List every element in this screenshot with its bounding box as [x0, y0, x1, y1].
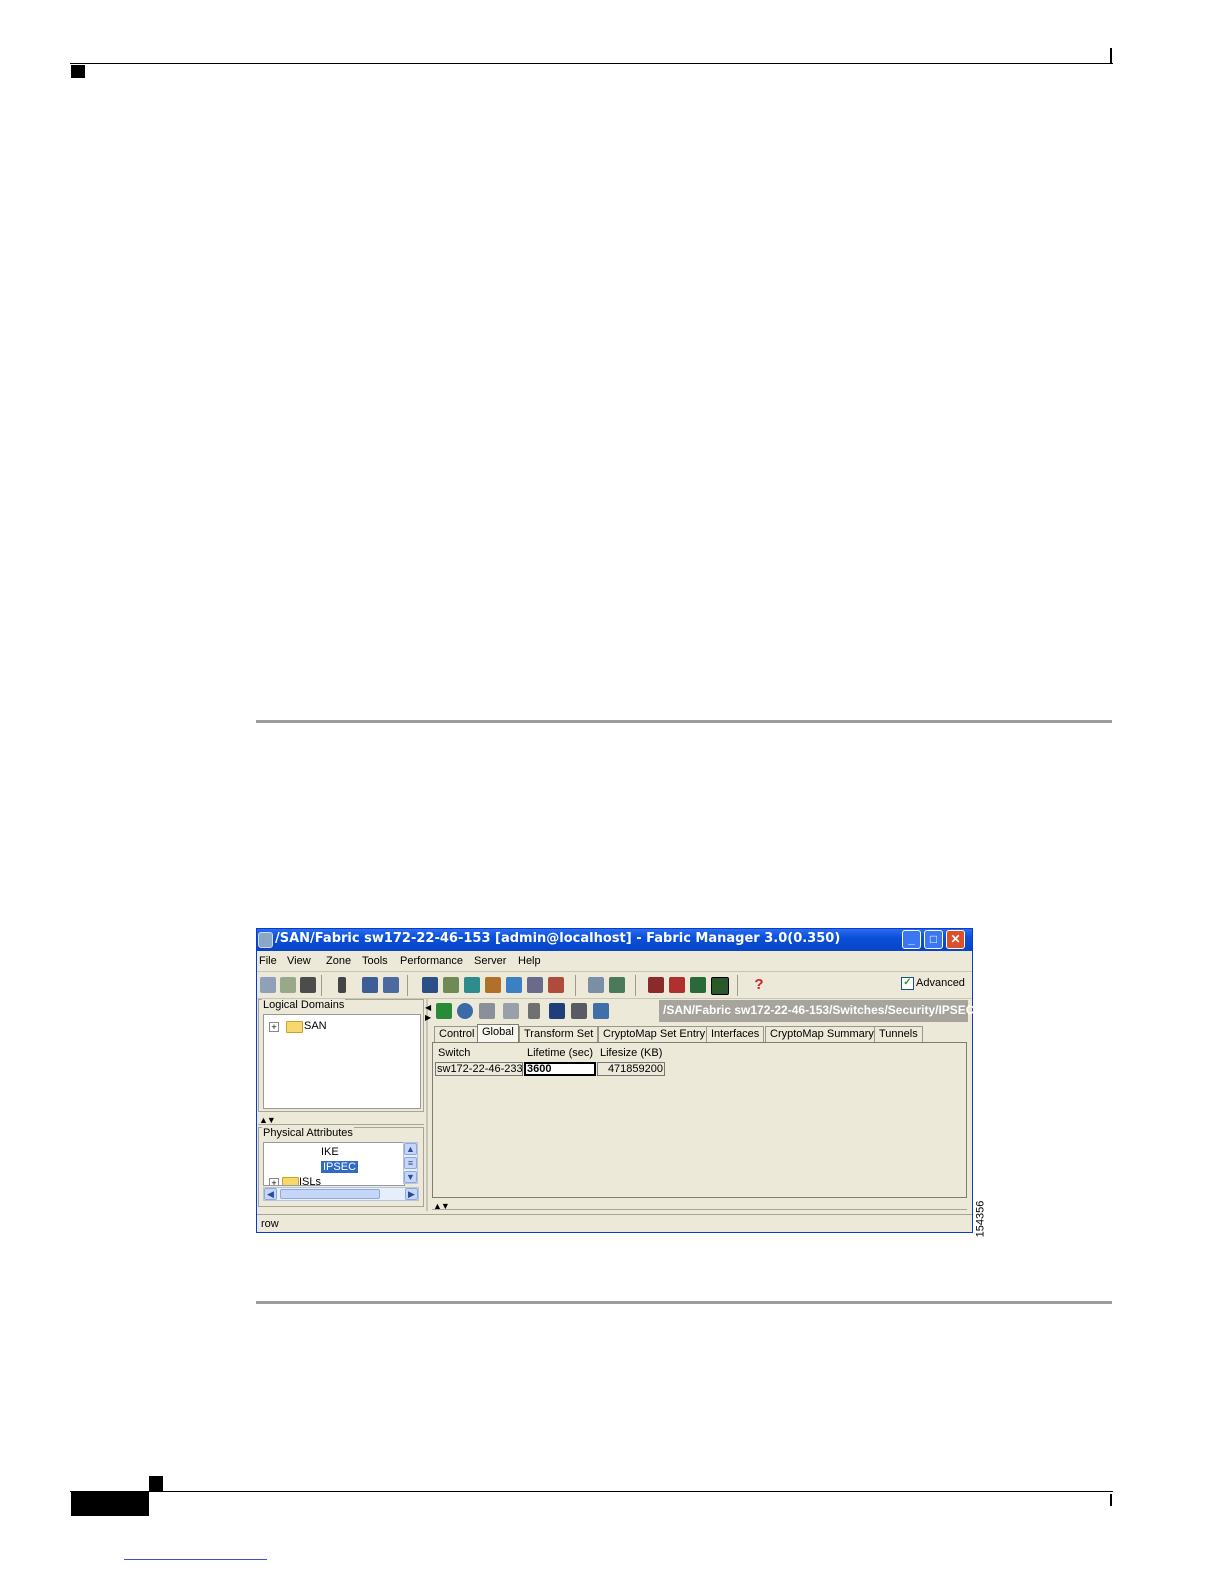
close-button[interactable]: ✕ — [946, 930, 965, 949]
footer-link-underline[interactable] — [124, 1559, 267, 1560]
scroll-down-icon[interactable]: ▼ — [404, 1171, 417, 1183]
physical-attributes-tree: IKE IPSEC + ISLs — [263, 1142, 405, 1186]
cell-lifetime-input[interactable]: 3600 — [524, 1062, 596, 1076]
layers-icon[interactable] — [443, 977, 459, 993]
collapse-left-icon[interactable]: ◀ — [425, 1003, 431, 1012]
security-icon[interactable] — [669, 977, 685, 993]
header-tick — [1110, 48, 1112, 64]
tree-item-ipsec[interactable]: IPSEC — [321, 1161, 359, 1173]
tab-transform-set[interactable]: Transform Set — [519, 1026, 599, 1042]
logical-domains-tree: + SAN — [263, 1014, 421, 1109]
footer-marker — [149, 1476, 163, 1491]
logical-domains-label: Logical Domains — [262, 999, 346, 1011]
undo-icon[interactable] — [528, 1003, 540, 1019]
people-icon[interactable] — [527, 977, 543, 993]
discover-icon[interactable] — [280, 977, 296, 993]
grid-icon[interactable] — [548, 977, 564, 993]
scroll-left-icon[interactable]: ◀ — [264, 1188, 277, 1200]
web-icon[interactable] — [506, 977, 522, 993]
column-header-lifesize[interactable]: Lifesize (KB) — [600, 1047, 662, 1059]
tab-cryptomap-summary[interactable]: CryptoMap Summary — [765, 1026, 879, 1042]
column-header-switch[interactable]: Switch — [438, 1047, 470, 1059]
tab-interfaces[interactable]: Interfaces — [706, 1026, 765, 1042]
export-icon[interactable] — [503, 1003, 519, 1019]
lock-icon[interactable] — [362, 977, 378, 993]
flow-icon[interactable] — [464, 977, 480, 993]
status-text: row — [261, 1218, 279, 1230]
app-icon — [258, 932, 273, 948]
tab-cryptomap-set-entry[interactable]: CryptoMap Set Entry — [598, 1026, 711, 1042]
header-marker — [71, 65, 85, 78]
advanced-checkbox[interactable]: ✓ — [901, 977, 914, 990]
minimize-button[interactable]: _ — [902, 930, 921, 949]
scroll-thumb[interactable]: ≡ — [404, 1157, 417, 1169]
expand-icon[interactable]: + — [269, 1178, 279, 1185]
maximize-button[interactable]: □ — [924, 930, 943, 949]
tab-tunnels[interactable]: Tunnels — [874, 1026, 923, 1042]
cell-lifesize[interactable]: 471859200 — [597, 1062, 665, 1076]
scroll-right-icon[interactable]: ▶ — [405, 1188, 418, 1200]
section-rule-bottom — [256, 1301, 1112, 1304]
tab-control[interactable]: Control — [434, 1026, 480, 1042]
apply-icon[interactable] — [436, 1003, 452, 1019]
advanced-label: Advanced — [916, 977, 965, 989]
window-title: /SAN/Fabric sw172-22-46-153 [admin@local… — [275, 931, 841, 946]
vertical-scrollbar[interactable]: ▲ ≡ ▼ — [403, 1142, 418, 1184]
list-icon[interactable] — [422, 977, 438, 993]
server-icon[interactable] — [338, 977, 346, 993]
location-bar: /SAN/Fabric sw172-22-46-153/Switches/Sec… — [659, 1000, 974, 1022]
location-path: /SAN/Fabric sw172-22-46-153/Switches/Sec… — [663, 1003, 975, 1017]
info-icon[interactable] — [485, 977, 501, 993]
title-bar: /SAN/Fabric sw172-22-46-153 [admin@local… — [257, 929, 972, 951]
tree-item-ike[interactable]: IKE — [321, 1146, 339, 1158]
menu-server[interactable]: Server — [474, 955, 506, 967]
footer-rule — [70, 1491, 1113, 1492]
menu-tools[interactable]: Tools — [362, 955, 388, 967]
main-toolbar: ? — [257, 971, 972, 999]
page-number-block — [71, 1492, 149, 1516]
physical-attributes-panel: Physical Attributes IKE IPSEC + ISLs ▲ ≡… — [258, 1127, 424, 1207]
expand-right-icon[interactable]: ▶ — [425, 1013, 431, 1022]
print-icon[interactable] — [571, 1003, 587, 1019]
chart-icon[interactable] — [690, 977, 706, 993]
folder-icon — [282, 1177, 299, 1185]
section-rule-top — [256, 720, 1112, 723]
open-icon[interactable] — [260, 977, 276, 993]
tab-global[interactable]: Global — [477, 1024, 519, 1042]
binoculars-icon[interactable] — [300, 977, 316, 993]
horizontal-scrollbar[interactable]: ◀ ▶ — [263, 1187, 419, 1201]
header-rule — [70, 63, 1113, 64]
copy-icon[interactable] — [479, 1003, 495, 1019]
figure-id: 154356 — [974, 1200, 987, 1238]
menu-zone[interactable]: Zone — [326, 955, 351, 967]
monitor-icon[interactable] — [711, 977, 729, 995]
scroll-thumb[interactable] — [280, 1189, 380, 1199]
physical-attributes-label: Physical Attributes — [262, 1127, 354, 1139]
tools-icon[interactable] — [648, 977, 664, 993]
scroll-up-icon[interactable]: ▲ — [404, 1143, 417, 1155]
menu-help[interactable]: Help — [518, 955, 541, 967]
help-icon[interactable]: ? — [751, 977, 767, 993]
footer-tick — [1110, 1494, 1112, 1506]
menu-file[interactable]: File — [259, 955, 277, 967]
menu-bar: File View Zone Tools Performance Server … — [257, 951, 972, 971]
tree-item-san[interactable]: SAN — [304, 1020, 327, 1032]
global-table-panel: Switch Lifetime (sec) Lifesize (KB) sw17… — [432, 1042, 967, 1198]
users-icon[interactable] — [383, 977, 399, 993]
cell-switch[interactable]: sw172-22-46-233 — [435, 1062, 523, 1076]
status-bar: row — [257, 1214, 972, 1233]
tree-item-isls[interactable]: ISLs — [299, 1176, 321, 1185]
expand-icon[interactable]: + — [269, 1022, 279, 1032]
menu-view[interactable]: View — [287, 955, 311, 967]
save-icon[interactable] — [549, 1003, 565, 1019]
fabric-manager-window: /SAN/Fabric sw172-22-46-153 [admin@local… — [256, 928, 974, 1233]
refresh-icon[interactable] — [457, 1003, 473, 1019]
device-icon[interactable] — [609, 977, 625, 993]
folder-icon — [286, 1021, 303, 1033]
edit-icon[interactable] — [593, 1003, 609, 1019]
menu-performance[interactable]: Performance — [400, 955, 463, 967]
column-header-lifetime[interactable]: Lifetime (sec) — [527, 1047, 593, 1059]
logical-domains-panel: Logical Domains + SAN — [258, 999, 424, 1112]
network-icon[interactable] — [588, 977, 604, 993]
